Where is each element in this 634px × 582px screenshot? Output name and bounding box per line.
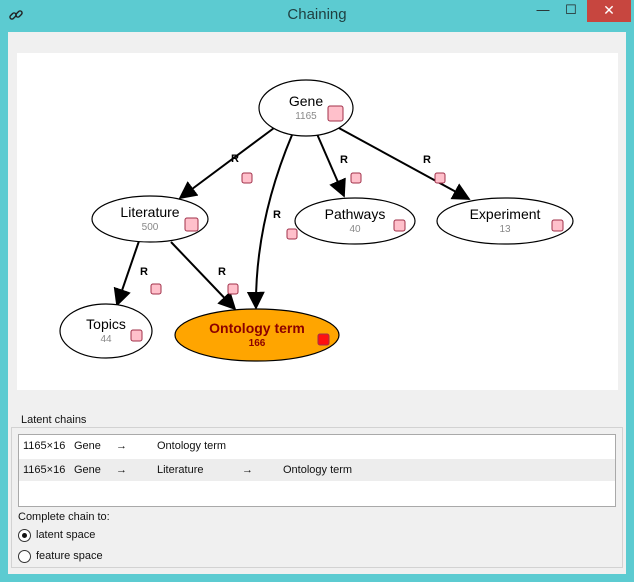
chain-cell: Gene bbox=[74, 440, 101, 452]
node-matrix-box[interactable] bbox=[317, 333, 330, 346]
graph-svg: R R R R R R Gene 1165 Literature 500 Pathways 40 Ex… bbox=[59, 79, 574, 362]
node-matrix-box[interactable] bbox=[130, 329, 143, 342]
chain-cell: Ontology term bbox=[157, 440, 227, 452]
chain-shape: 1165×16 bbox=[23, 464, 66, 476]
node-pathways[interactable]: Pathways 40 bbox=[294, 197, 416, 245]
chain-arrow: → bbox=[116, 440, 127, 452]
relation-edge[interactable] bbox=[336, 126, 471, 200]
chain-row[interactable]: 1165×16 Gene → Literature → Ontology ter… bbox=[19, 459, 615, 481]
relation-edge[interactable] bbox=[246, 134, 293, 310]
close-button[interactable]: ✕ bbox=[587, 0, 631, 22]
relation-label: R bbox=[231, 153, 239, 165]
relation-matrix-box[interactable] bbox=[434, 172, 446, 184]
node-matrix-box[interactable] bbox=[551, 219, 564, 232]
chain-arrow: → bbox=[116, 464, 127, 476]
node-label: Gene bbox=[289, 93, 323, 109]
relation-label: R bbox=[340, 154, 348, 166]
title-bar[interactable]: Chaining — ☐ ✕ bbox=[0, 0, 634, 32]
relation-label: R bbox=[423, 154, 431, 166]
node-literature[interactable]: Literature 500 bbox=[91, 195, 209, 243]
relation-edge[interactable] bbox=[113, 240, 140, 307]
node-gene[interactable]: Gene 1165 bbox=[258, 79, 354, 137]
node-matrix-box[interactable] bbox=[393, 219, 406, 232]
node-label: Literature bbox=[120, 204, 179, 220]
relation-matrix-box[interactable] bbox=[350, 172, 362, 184]
relation-matrix-box[interactable] bbox=[241, 172, 253, 184]
chain-arrow: → bbox=[242, 464, 253, 476]
node-count: 166 bbox=[249, 338, 266, 349]
node-experiment[interactable]: Experiment 13 bbox=[436, 197, 574, 245]
node-matrix-box[interactable] bbox=[327, 105, 344, 122]
chain-shape: 1165×16 bbox=[23, 440, 66, 452]
node-count: 44 bbox=[100, 334, 112, 345]
node-count: 13 bbox=[499, 224, 511, 235]
chain-cell: Gene bbox=[74, 464, 101, 476]
relation-matrix-box[interactable] bbox=[150, 283, 162, 295]
relation-matrix-box[interactable] bbox=[227, 283, 239, 295]
chaining-window: Chaining — ☐ ✕ R R R R R R Gene 1165 Literature… bbox=[0, 0, 634, 582]
graph-canvas[interactable]: R R R R R R Gene 1165 Literature 500 Pathways 40 Ex… bbox=[17, 53, 618, 390]
node-label: Ontology term bbox=[209, 320, 305, 336]
node-ontology[interactable]: Ontology term 166 bbox=[174, 308, 340, 362]
latent-chains-title: Latent chains bbox=[18, 414, 90, 426]
node-count: 1165 bbox=[295, 111, 317, 122]
minimize-button[interactable]: — bbox=[530, 0, 556, 22]
radio-latent-space-button[interactable] bbox=[18, 529, 31, 542]
node-label: Pathways bbox=[325, 206, 386, 222]
radio-feature-space-button[interactable] bbox=[18, 550, 31, 563]
node-label: Topics bbox=[86, 316, 126, 332]
node-count: 40 bbox=[349, 224, 361, 235]
complete-chain-label: Complete chain to: bbox=[18, 511, 110, 523]
relation-matrix-box[interactable] bbox=[286, 228, 298, 240]
chain-cell: Ontology term bbox=[283, 464, 353, 476]
radio-feature-space-label: feature space bbox=[36, 550, 103, 562]
relation-label: R bbox=[273, 209, 281, 221]
client-area: R R R R R R Gene 1165 Literature 500 Pathways 40 Ex… bbox=[8, 32, 626, 574]
maximize-button[interactable]: ☐ bbox=[558, 0, 584, 22]
relation-label: R bbox=[140, 266, 148, 278]
node-count: 500 bbox=[142, 222, 159, 233]
chain-cell: Literature bbox=[157, 464, 204, 476]
radio-latent-space-label: latent space bbox=[36, 529, 96, 541]
node-label: Experiment bbox=[470, 206, 541, 222]
latent-chains-list[interactable]: 1165×16 Gene → Ontology term 1165×16 Gen… bbox=[18, 434, 616, 507]
relation-label: R bbox=[218, 266, 226, 278]
node-matrix-box[interactable] bbox=[184, 217, 199, 232]
relation-edge[interactable] bbox=[178, 127, 275, 200]
chain-row[interactable]: 1165×16 Gene → Ontology term bbox=[19, 435, 615, 457]
node-topics[interactable]: Topics 44 bbox=[59, 303, 153, 359]
